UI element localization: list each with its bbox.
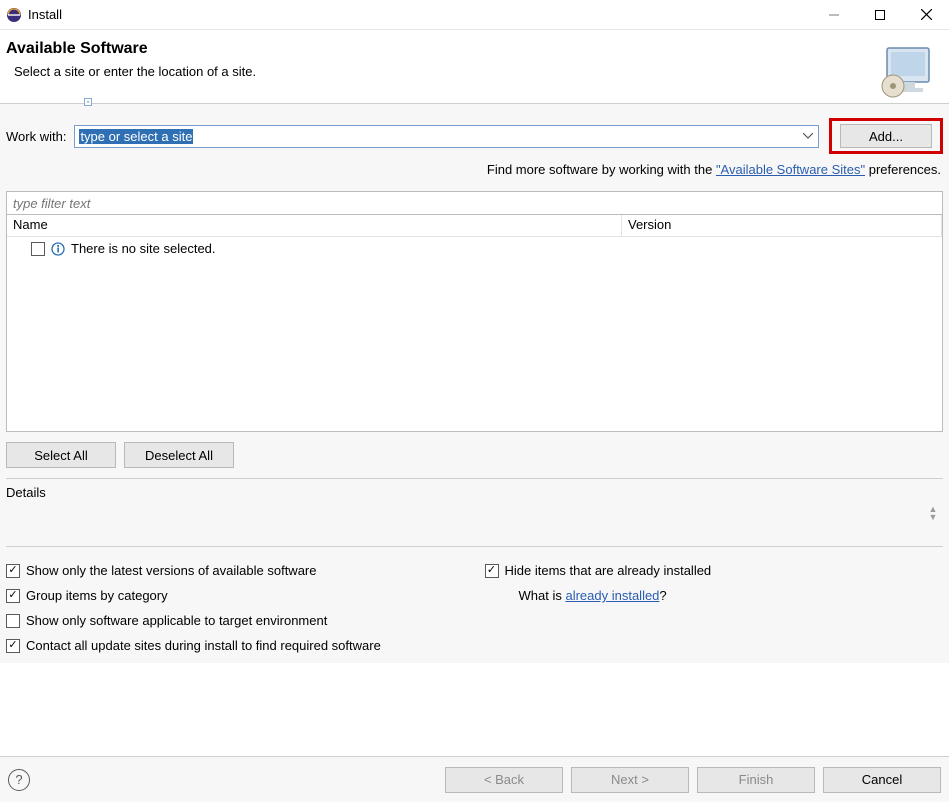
find-more-text: Find more software by working with the "… [6,160,943,191]
already-installed-link[interactable]: already installed [565,588,659,603]
context-hint-icon: ▫ [84,98,92,106]
cancel-button[interactable]: Cancel [823,767,941,793]
work-with-label: Work with: [6,129,66,144]
option-hide-installed[interactable]: ✓ Hide items that are already installed [485,563,944,578]
selection-buttons: Select All Deselect All [6,432,943,478]
finish-button[interactable]: Finish [697,767,815,793]
deselect-all-button[interactable]: Deselect All [124,442,234,468]
details-scroll-icon[interactable]: ▲▼ [927,505,939,521]
option-target-env[interactable]: Show only software applicable to target … [6,613,465,628]
dialog-footer: ? < Back Next > Finish Cancel [0,756,949,802]
checkbox-icon[interactable]: ✓ [6,589,20,603]
add-button[interactable]: Add... [840,124,932,148]
header-title: Available Software [6,40,937,58]
option-contact-sites[interactable]: ✓ Contact all update sites during instal… [6,638,943,653]
option-latest-versions[interactable]: ✓ Show only the latest versions of avail… [6,563,465,578]
minimize-button[interactable] [811,0,857,30]
tree-empty-text: There is no site selected. [71,241,216,256]
back-button[interactable]: < Back [445,767,563,793]
add-button-highlight: Add... [829,118,943,154]
work-with-input[interactable]: type or select a site [75,129,798,144]
tree-row-checkbox[interactable] [31,242,45,256]
header-subtitle: Select a site or enter the location of a… [14,64,937,79]
chevron-down-icon[interactable] [798,126,818,147]
window-title: Install [28,7,62,22]
options-grid: ✓ Show only the latest versions of avail… [6,547,943,663]
checkbox-icon[interactable]: ✓ [485,564,499,578]
close-button[interactable] [903,0,949,30]
maximize-button[interactable] [857,0,903,30]
column-name[interactable]: Name [7,215,622,236]
work-with-row: ▫ Work with: type or select a site Add..… [6,104,943,160]
tree-header: Name Version [7,215,942,237]
checkbox-icon[interactable] [6,614,20,628]
work-with-combo[interactable]: type or select a site [74,125,819,148]
checkbox-icon[interactable]: ✓ [6,564,20,578]
tree-empty-row: There is no site selected. [7,237,942,260]
option-group-category[interactable]: ✓ Group items by category [6,588,465,603]
what-is-installed: What is already installed? [485,588,944,603]
titlebar: Install [0,0,949,30]
next-button[interactable]: Next > [571,767,689,793]
work-with-selected-text: type or select a site [79,129,193,144]
details-label: Details [6,479,943,546]
help-button[interactable]: ? [8,769,30,791]
select-all-button[interactable]: Select All [6,442,116,468]
checkbox-icon[interactable]: ✓ [6,639,20,653]
details-section: Details ▲▼ [6,478,943,547]
available-sites-link[interactable]: "Available Software Sites" [716,162,865,177]
column-version[interactable]: Version [622,215,942,236]
software-tree[interactable]: Name Version There is no site selected. [6,214,943,432]
filter-input[interactable] [6,191,943,215]
info-icon [51,242,65,256]
install-wizard-icon [875,42,939,106]
eclipse-icon [6,7,22,23]
dialog-header: Available Software Select a site or ente… [0,30,949,104]
